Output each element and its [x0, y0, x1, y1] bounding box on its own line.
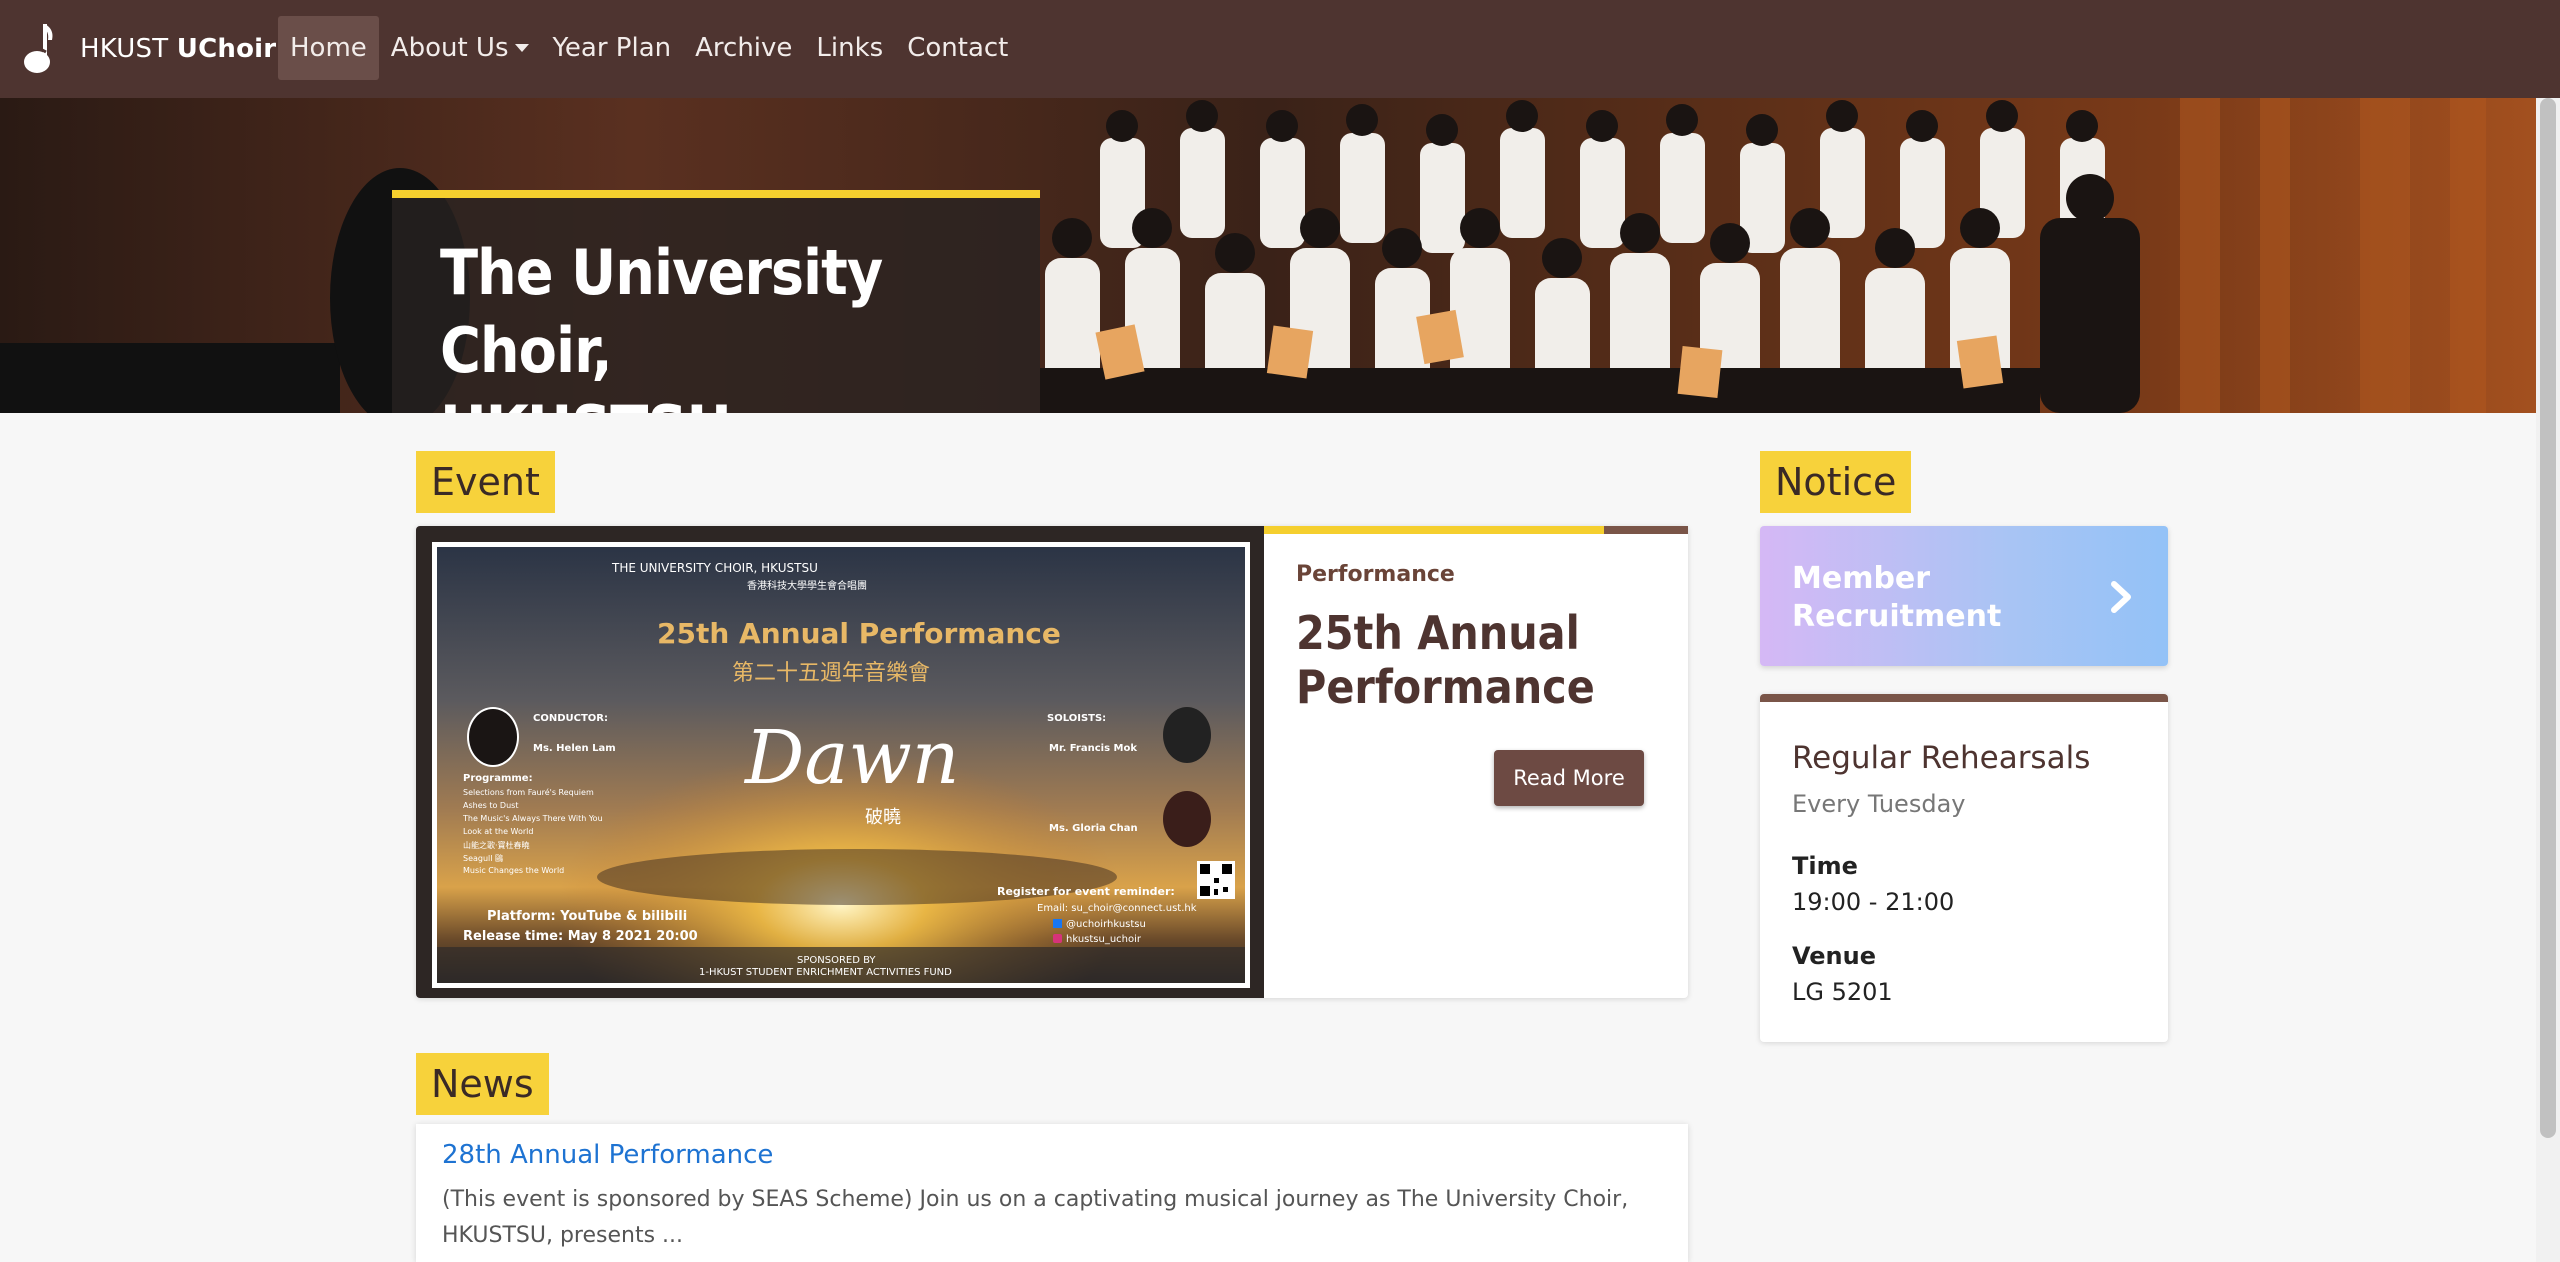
instagram-icon — [1053, 934, 1062, 943]
poster-frame: THE UNIVERSITY CHOIR, HKUSTSU 香港科技大學學生會合… — [432, 542, 1250, 988]
recruit-line1: Member — [1792, 561, 1931, 596]
poster-programme-label: Programme: — [463, 773, 533, 784]
rehearsal-title: Regular Rehearsals — [1792, 740, 2091, 776]
event-poster[interactable]: THE UNIVERSITY CHOIR, HKUSTSU 香港科技大學學生會合… — [416, 526, 1264, 998]
venue-value: LG 5201 — [1792, 978, 1893, 1006]
navbar: HKUST UChoir Home About Us Year Plan Arc… — [0, 0, 2560, 98]
read-more-button[interactable]: Read More — [1494, 750, 1644, 806]
facebook-icon — [1053, 919, 1062, 928]
brand-strong: UChoir — [176, 34, 277, 64]
member-recruitment-button[interactable]: Member Recruitment — [1760, 526, 2168, 666]
poster-conductor-label: CONDUCTOR: — [533, 713, 608, 724]
hero-title-line1: The University Choir, — [440, 236, 883, 387]
poster-sponsored-by: SPONSORED BY — [797, 955, 876, 966]
rehearsal-card: Regular Rehearsals Every Tuesday Time 19… — [1760, 694, 2168, 1042]
news-item-excerpt: (This event is sponsored by SEAS Scheme)… — [442, 1187, 1629, 1248]
poster-programme-item: Ashes to Dust — [463, 801, 519, 810]
poster-org-en: THE UNIVERSITY CHOIR, HKUSTSU — [612, 561, 818, 575]
nav-links[interactable]: Links — [804, 16, 895, 80]
recruit-line2: Recruitment — [1792, 599, 2002, 634]
hero-title-box: The University Choir, HKUSTSU — [392, 190, 1040, 413]
main-nav: Home About Us Year Plan Archive Links Co… — [278, 16, 1020, 80]
page-scrollbar[interactable] — [2536, 98, 2560, 1262]
poster-programme-item: Selections from Fauré's Requiem — [463, 788, 594, 797]
poster-email: Email: su_choir@connect.ust.hk — [1037, 903, 1197, 914]
poster-dawn: Dawn — [745, 715, 960, 801]
nav-contact[interactable]: Contact — [895, 16, 1020, 80]
choir-logo-icon — [24, 24, 53, 73]
poster-soloist-1: Mr. Francis Mok — [1049, 743, 1137, 754]
time-value: 19:00 - 21:00 — [1792, 888, 1955, 916]
nav-about-us-label: About Us — [390, 33, 509, 63]
poster-sponsor: 1-HKUST STUDENT ENRICHMENT ACTIVITIES FU… — [699, 967, 952, 978]
event-section-heading: Event — [416, 451, 555, 513]
poster-release: Release time: May 8 2021 20:00 — [463, 929, 698, 944]
notice-section-heading: Notice — [1760, 451, 1912, 513]
poster-programme-item: 山能之歌·寶杜春曉 — [463, 841, 530, 850]
poster-facebook: @uchoirhkustsu — [1066, 919, 1146, 930]
nav-year-plan[interactable]: Year Plan — [541, 16, 684, 80]
nav-about-us[interactable]: About Us — [379, 16, 541, 80]
poster-programme-item: Seagull 鷗 — [463, 854, 504, 863]
brand-prefix: HKUST — [80, 34, 169, 64]
poster-conductor: Ms. Helen Lam — [533, 743, 616, 754]
caret-down-icon — [514, 44, 529, 52]
poster-programme-item: Music Changes the World — [463, 866, 565, 875]
poster-soloists-label: SOLOISTS: — [1047, 713, 1107, 724]
venue-label: Venue — [1792, 942, 1876, 970]
news-item: 28th Annual Performance (This event is s… — [416, 1124, 1688, 1262]
hero-title: The University Choir, HKUSTSU — [440, 234, 1040, 413]
soloist-1-avatar — [1163, 707, 1211, 763]
poster-title-zh: 第二十五週年音樂會 — [732, 661, 931, 686]
event-category: Performance — [1296, 562, 1455, 587]
poster-programme-item: The Music's Always There With You — [463, 814, 603, 823]
news-section-heading: News — [416, 1053, 549, 1115]
poster-programme-item: Look at the World — [463, 827, 534, 836]
poster-org-zh: 香港科技大學學生會合唱團 — [747, 581, 867, 592]
hero-title-line2: HKUSTSU — [440, 390, 1040, 413]
soloist-2-avatar — [1163, 791, 1211, 847]
poster-soloist-2: Ms. Gloria Chan — [1049, 823, 1138, 834]
poster-register: Register for event reminder: — [997, 885, 1175, 898]
chevron-right-icon — [2111, 581, 2131, 613]
nav-archive[interactable]: Archive — [683, 16, 804, 80]
qr-code-icon — [1197, 861, 1235, 899]
event-card-topbar — [1264, 526, 1688, 534]
choir-photo — [0, 98, 2536, 413]
poster-instagram: hkustsu_uchoir — [1066, 934, 1142, 945]
time-label: Time — [1792, 852, 1858, 880]
event-title: 25th Annual Performance — [1296, 606, 1595, 714]
conductor-avatar — [467, 707, 519, 767]
hero-banner: The University Choir, HKUSTSU — [0, 98, 2536, 413]
poster-platform: Platform: YouTube & bilibili — [487, 909, 688, 924]
event-card: THE UNIVERSITY CHOIR, HKUSTSU 香港科技大學學生會合… — [416, 526, 1688, 998]
news-item-title[interactable]: 28th Annual Performance — [442, 1140, 773, 1170]
brand-link[interactable]: HKUST UChoir — [22, 20, 276, 78]
nav-home[interactable]: Home — [278, 16, 379, 80]
rehearsal-day: Every Tuesday — [1792, 790, 1966, 818]
poster-title-en: 25th Annual Performance — [657, 617, 1061, 650]
scrollbar-thumb[interactable] — [2540, 98, 2556, 1138]
poster-dawn-zh: 破曉 — [865, 807, 901, 828]
